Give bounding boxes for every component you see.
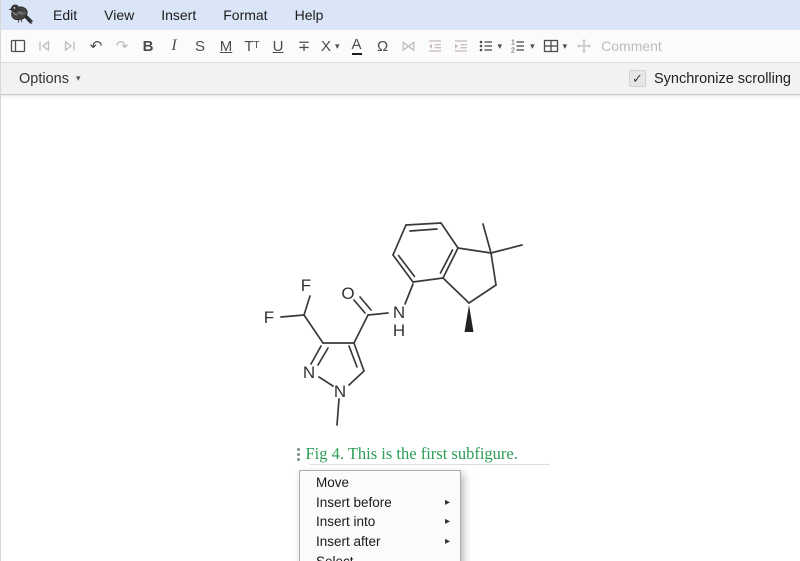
molecule-figure[interactable]: F F O N H N N bbox=[244, 205, 564, 435]
menu-view[interactable]: View bbox=[104, 7, 134, 23]
atom-f-left: F bbox=[264, 308, 274, 327]
first-icon bbox=[36, 38, 52, 54]
synchronize-scrolling-toggle[interactable]: ✓ Synchronize scrolling bbox=[629, 70, 791, 87]
undo-button[interactable]: ↶ bbox=[85, 33, 107, 59]
submenu-arrow-icon: ▸ bbox=[445, 497, 450, 508]
text-style-menu-glyph-icon: X bbox=[321, 39, 331, 54]
atom-n-amide: N bbox=[393, 303, 405, 322]
table-icon bbox=[543, 38, 559, 54]
atom-o: O bbox=[341, 284, 354, 303]
check-icon: ✓ bbox=[632, 71, 643, 87]
context-menu-item-insert-after[interactable]: Insert after ▸ bbox=[300, 532, 460, 552]
outdent-icon bbox=[427, 38, 443, 54]
small-caps-glyph-icon: T bbox=[244, 39, 253, 54]
app-window: EditViewInsertFormatHelp ↶↷BISMTTU∓X▾AΩ⋈… bbox=[0, 0, 800, 561]
chevron-down-icon: ▾ bbox=[530, 42, 535, 51]
last-icon bbox=[62, 38, 78, 54]
comment-label: Comment bbox=[601, 39, 662, 53]
numbered-list-button[interactable]: 12 ▾ bbox=[508, 33, 537, 59]
context-menu-item-insert-before[interactable]: Insert before ▸ bbox=[300, 493, 460, 513]
move-tool-button bbox=[573, 33, 595, 59]
context-menu-item-select[interactable]: Select bbox=[300, 551, 460, 561]
options-label: Options bbox=[19, 71, 69, 87]
go-last-button bbox=[59, 33, 81, 59]
font-color-glyph-icon: A bbox=[352, 37, 362, 55]
undo-glyph-icon: ↶ bbox=[90, 39, 103, 54]
special-character-button[interactable]: Ω bbox=[372, 33, 394, 59]
table-button[interactable]: ▾ bbox=[541, 33, 570, 59]
math-mode-glyph-icon: M bbox=[220, 39, 233, 54]
sync-checkbox[interactable]: ✓ bbox=[629, 70, 646, 87]
atom-h-amide: H bbox=[393, 321, 405, 340]
italic-button[interactable]: I bbox=[163, 33, 185, 59]
panel-icon bbox=[10, 38, 26, 54]
submenu-arrow-icon: ▸ bbox=[445, 516, 450, 527]
context-menu-item-move[interactable]: Move bbox=[300, 473, 460, 493]
text-style-menu-button[interactable]: X▾ bbox=[319, 33, 342, 59]
move-icon bbox=[576, 38, 592, 54]
app-logo-bird-icon bbox=[6, 1, 36, 29]
caption-text[interactable]: Fig 4. This is the first subfigure. bbox=[306, 444, 518, 464]
indent-icon bbox=[453, 38, 469, 54]
menubar-items: Edit View Insert Format Help bbox=[53, 7, 323, 23]
menubar: Edit View Insert Format Help bbox=[1, 0, 800, 30]
context-menu-item-insert-into[interactable]: Insert into ▸ bbox=[300, 512, 460, 532]
bold-button[interactable]: B bbox=[137, 33, 159, 59]
context-menu-item-label: Insert before bbox=[316, 495, 392, 510]
menu-insert[interactable]: Insert bbox=[161, 7, 196, 23]
comment-button: Comment bbox=[599, 33, 664, 59]
underline-button[interactable]: U bbox=[267, 33, 289, 59]
ol-icon: 12 bbox=[510, 38, 526, 54]
small-caps-glyph-small-icon: T bbox=[254, 41, 260, 51]
bullet-list-button[interactable]: ▾ bbox=[476, 33, 505, 59]
outdent-button bbox=[424, 33, 446, 59]
strikethrough-button[interactable]: S bbox=[189, 33, 211, 59]
chevron-down-icon: ▾ bbox=[76, 73, 81, 84]
strike-style-button[interactable]: ∓ bbox=[293, 33, 315, 59]
submenu-arrow-icon: ▸ bbox=[445, 536, 450, 547]
figure-caption[interactable]: Fig 4. This is the first subfigure. bbox=[297, 444, 518, 464]
document-canvas[interactable]: F F O N H N N Fig 4. This is the first s… bbox=[1, 95, 800, 561]
redo-glyph-icon: ↷ bbox=[116, 39, 129, 54]
ul-icon bbox=[478, 38, 494, 54]
chevron-down-icon: ▾ bbox=[563, 42, 568, 51]
join-cells-button: ⋈ bbox=[398, 33, 420, 59]
chevron-down-icon: ▾ bbox=[335, 42, 340, 51]
atom-f-top: F bbox=[301, 276, 311, 295]
italic-glyph-icon: I bbox=[171, 38, 176, 54]
sync-label: Synchronize scrolling bbox=[654, 71, 791, 87]
svg-text:1: 1 bbox=[511, 40, 515, 47]
toggle-panel-button[interactable] bbox=[7, 33, 29, 59]
special-character-glyph-icon: Ω bbox=[377, 39, 388, 54]
atom-n2: N bbox=[303, 363, 315, 382]
menu-format[interactable]: Format bbox=[223, 7, 267, 23]
strikethrough-glyph-icon: S bbox=[195, 39, 205, 54]
go-first-button bbox=[33, 33, 55, 59]
redo-button: ↷ bbox=[111, 33, 133, 59]
small-caps-button[interactable]: TT bbox=[241, 33, 263, 59]
drag-handle-icon[interactable] bbox=[297, 447, 300, 461]
chevron-down-icon: ▾ bbox=[498, 42, 503, 51]
context-menu: MoveInsert before▸Insert into▸Insert aft… bbox=[299, 470, 461, 561]
indent-button bbox=[450, 33, 472, 59]
underline-glyph-icon: U bbox=[273, 39, 284, 54]
join-cells-glyph-icon: ⋈ bbox=[401, 39, 416, 54]
menu-help[interactable]: Help bbox=[295, 7, 324, 23]
font-color-button[interactable]: A bbox=[346, 33, 368, 59]
atom-n1: N bbox=[334, 382, 346, 401]
menu-edit[interactable]: Edit bbox=[53, 7, 77, 23]
math-mode-button[interactable]: M bbox=[215, 33, 237, 59]
options-bar: Options ▾ ✓ Synchronize scrolling bbox=[1, 63, 800, 95]
context-menu-item-label: Insert after bbox=[316, 534, 381, 549]
strike-style-glyph-icon: ∓ bbox=[298, 39, 311, 54]
svg-text:2: 2 bbox=[511, 48, 515, 55]
context-menu-item-label: Move bbox=[316, 475, 349, 490]
context-menu-item-label: Insert into bbox=[316, 514, 375, 529]
bold-glyph-icon: B bbox=[143, 39, 154, 54]
options-dropdown[interactable]: Options ▾ bbox=[19, 71, 81, 87]
context-menu-item-label: Select bbox=[316, 554, 354, 561]
toolbar: ↶↷BISMTTU∓X▾AΩ⋈▾12▾▾Comment bbox=[1, 30, 800, 63]
